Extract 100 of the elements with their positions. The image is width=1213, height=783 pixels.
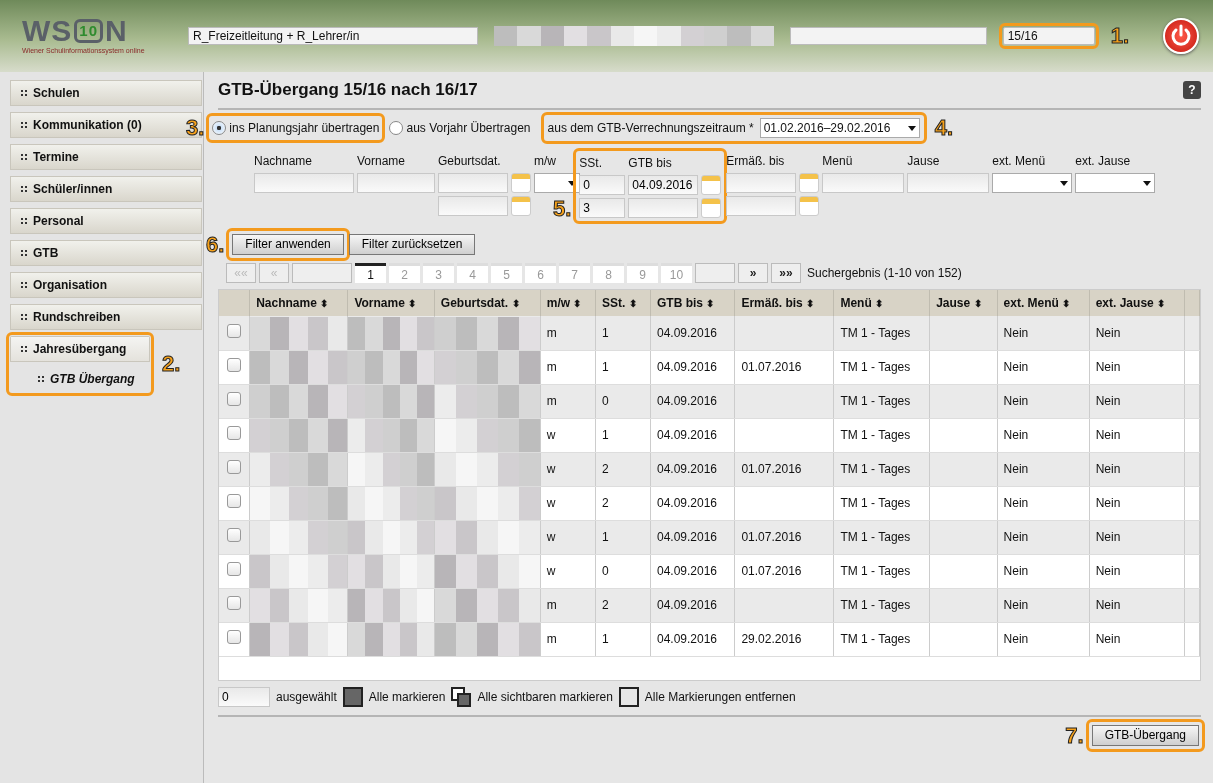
filter-field[interactable] <box>726 173 797 194</box>
sort-icon[interactable]: ⬍ <box>875 298 884 310</box>
calendar-icon[interactable] <box>701 175 722 196</box>
checkbox[interactable] <box>227 459 242 474</box>
table-cell: 01.07.2016 <box>741 360 802 375</box>
empty-square-icon[interactable] <box>618 687 639 708</box>
radio-label[interactable]: ins Planungsjahr übertragen <box>229 119 380 138</box>
next-page-button[interactable]: » <box>738 263 768 284</box>
sidebar-item[interactable]: Rundschreiben <box>10 304 202 330</box>
sort-icon[interactable]: ⬍ <box>973 298 982 310</box>
table-cell: m <box>546 598 557 613</box>
mark-action-link[interactable]: Alle sichtbaren markieren <box>477 688 613 707</box>
filter-apply-button[interactable]: Filter anwenden <box>232 234 344 256</box>
sort-icon[interactable]: ⬍ <box>320 298 329 310</box>
checkbox[interactable] <box>227 561 242 576</box>
period-select[interactable]: 01.02.2016–29.02.2016 <box>759 118 920 139</box>
column-header[interactable]: ext. Menü ⬍ <box>997 290 1090 317</box>
table-cell: Nein <box>1095 428 1121 443</box>
checkbox[interactable] <box>227 391 242 406</box>
filter-field[interactable] <box>438 196 508 217</box>
overlapping-squares-icon[interactable] <box>451 687 472 708</box>
selected-count-field[interactable]: 0 <box>218 687 270 708</box>
filter-field[interactable] <box>628 198 699 219</box>
filter-label: Jause <box>907 153 941 171</box>
checkbox[interactable] <box>227 595 242 610</box>
column-header[interactable]: Jause ⬍ <box>929 290 998 317</box>
filter-field[interactable]: 04.09.2016 <box>628 175 699 196</box>
filter-reset-button[interactable]: Filter zurücksetzen <box>348 234 476 256</box>
table-cell: Nein <box>1003 530 1029 545</box>
column-header[interactable]: GTB bis ⬍ <box>650 290 735 317</box>
sidebar-subitem[interactable]: GTB Übergang <box>10 368 150 392</box>
table-cell: m <box>546 394 557 409</box>
column-header[interactable]: Menü ⬍ <box>833 290 930 317</box>
filter-field[interactable] <box>822 173 905 194</box>
table-cell: Nein <box>1003 632 1029 647</box>
table-cell: Nein <box>1095 564 1121 579</box>
column-header[interactable]: ext. Jause ⬍ <box>1089 290 1185 317</box>
sidebar-item[interactable]: GTB <box>10 240 202 266</box>
role-field[interactable]: R_Freizeitleitung + R_Lehrer/in <box>188 27 478 45</box>
column-header[interactable]: m/w ⬍ <box>540 290 596 317</box>
radio-button[interactable] <box>212 121 227 136</box>
table-cell: TM 1 - Tages <box>840 564 911 579</box>
radio-label[interactable]: aus Vorjahr Übertragen <box>406 119 531 138</box>
filter-field[interactable] <box>357 173 435 194</box>
sidebar-item[interactable]: Personal <box>10 208 202 234</box>
filter-field[interactable]: 0 <box>579 175 626 196</box>
filter-select[interactable] <box>1075 173 1156 194</box>
page-link[interactable]: 1 <box>355 263 386 284</box>
sort-icon[interactable]: ⬍ <box>628 298 637 310</box>
filter-field[interactable]: 3 <box>579 198 626 219</box>
mark-action-link[interactable]: Alle Markierungen entfernen <box>644 688 796 707</box>
radio-button[interactable] <box>389 121 404 136</box>
column-header[interactable]: Geburtsdat. ⬍ <box>434 290 541 317</box>
calendar-icon[interactable] <box>511 173 531 194</box>
filter-field[interactable] <box>254 173 354 194</box>
mark-action-link[interactable]: Alle markieren <box>368 688 446 707</box>
checkbox[interactable] <box>227 493 242 508</box>
table-cell: Nein <box>1095 326 1121 341</box>
last-page-button[interactable]: »» <box>771 263 801 284</box>
filter-field[interactable] <box>907 173 990 194</box>
column-header[interactable]: SSt. ⬍ <box>595 290 651 317</box>
power-icon[interactable] <box>1163 18 1199 54</box>
sort-icon[interactable]: ⬍ <box>1157 298 1166 310</box>
checkbox[interactable] <box>227 629 242 644</box>
callout-number: 4. <box>934 117 953 140</box>
column-header[interactable]: Nachname ⬍ <box>249 290 348 317</box>
sort-icon[interactable]: ⬍ <box>706 298 715 310</box>
filter-field[interactable] <box>438 173 508 194</box>
calendar-icon[interactable] <box>701 198 722 219</box>
column-header[interactable]: Vorname ⬍ <box>347 290 435 317</box>
help-button[interactable]: ? <box>1183 81 1201 100</box>
sidebar-item[interactable]: Jahresübergang <box>10 336 150 362</box>
page-field[interactable] <box>695 263 735 284</box>
sidebar-item[interactable]: Termine <box>10 144 202 170</box>
calendar-icon[interactable] <box>511 196 531 217</box>
table-cell: 04.09.2016 <box>657 564 718 579</box>
column-header[interactable]: Ermäß. bis ⬍ <box>734 290 834 317</box>
checkbox[interactable] <box>227 357 242 372</box>
sidebar-item[interactable]: Schüler/innen <box>10 176 202 202</box>
transfer-button[interactable]: GTB-Übergang <box>1091 725 1199 747</box>
table-cell: 1 <box>601 326 609 341</box>
checkbox[interactable] <box>227 323 242 338</box>
checkbox[interactable] <box>227 425 242 440</box>
sort-icon[interactable]: ⬍ <box>806 298 815 310</box>
table-cell: Nein <box>1095 360 1121 375</box>
sort-icon[interactable]: ⬍ <box>511 298 520 310</box>
page-field[interactable] <box>292 263 352 284</box>
calendar-icon[interactable] <box>799 173 820 194</box>
sort-icon[interactable]: ⬍ <box>408 298 417 310</box>
table-cell: 0 <box>601 394 609 409</box>
filter-select[interactable] <box>992 173 1073 194</box>
filter-select[interactable] <box>534 173 580 194</box>
sort-icon[interactable]: ⬍ <box>573 298 582 310</box>
calendar-icon[interactable] <box>799 196 820 217</box>
sort-icon[interactable]: ⬍ <box>1062 298 1071 310</box>
checkbox[interactable] <box>227 527 242 542</box>
sidebar-item[interactable]: Organisation <box>10 272 202 298</box>
filled-square-icon[interactable] <box>342 687 363 708</box>
sidebar-item[interactable]: Schulen <box>10 80 202 106</box>
filter-field[interactable] <box>726 196 797 217</box>
